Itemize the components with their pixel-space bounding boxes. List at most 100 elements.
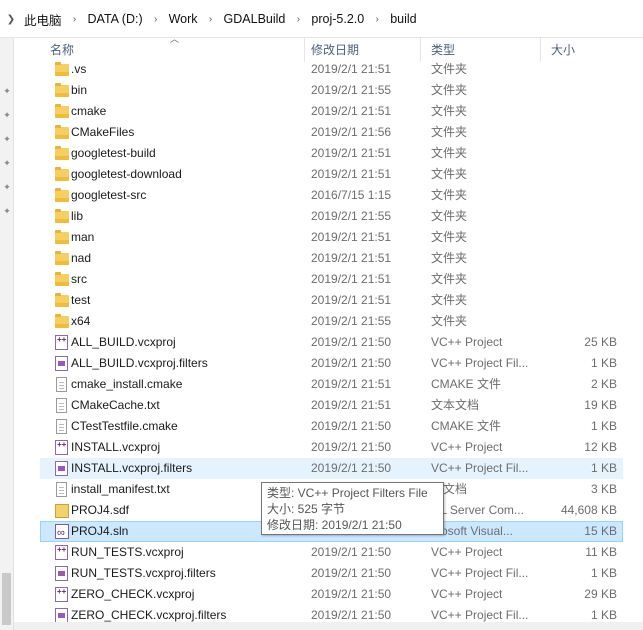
file-row[interactable]: CMakeFiles 2019/2/1 21:56 文件夹 [40,122,623,143]
file-size [551,144,617,163]
vcxproj-filters-icon [54,566,70,582]
chevron-right-icon[interactable]: › [200,14,222,25]
file-row[interactable]: lib 2019/2/1 21:55 文件夹 [40,206,623,227]
file-row[interactable]: INSTALL.vcxproj.filters 2019/2/1 21:50 VC+… [40,458,623,479]
pin-icon: ✦ [3,110,11,120]
file-date: 2019/2/1 21:50 [311,335,392,349]
file-row[interactable]: CMakeCache.txt 2019/2/1 21:51 文本文档 19 KB [40,395,623,416]
chevron-right-icon[interactable]: ❯ [0,14,22,25]
file-row[interactable]: test 2019/2/1 21:51 文件夹 [40,290,623,311]
folder-icon [54,104,70,120]
file-name: man [71,230,95,244]
file-row[interactable]: RUN_TESTS.vcxproj.filters 2019/2/1 21:50 V… [40,563,623,584]
file-size [551,270,617,289]
file-type: VC++ Project [431,335,503,349]
file-row[interactable]: googletest-download 2019/2/1 21:51 文件夹 [40,164,623,185]
breadcrumb-gdalbuild[interactable]: GDALBuild [222,12,288,26]
file-date: 2019/2/1 21:51 [311,104,392,118]
file-name: src [71,272,87,286]
chevron-right-icon[interactable]: › [287,14,309,25]
file-date: 2019/2/1 21:51 [311,62,392,76]
file-row[interactable]: bin 2019/2/1 21:55 文件夹 [40,80,623,101]
file-row[interactable]: googletest-src 2016/7/15 1:15 文件夹 [40,185,623,206]
file-row[interactable]: CTestTestfile.cmake 2019/2/1 21:50 CMAKE 文… [40,416,623,437]
tooltip-type: 类型: VC++ Project Filters File [267,486,428,500]
file-name: lib [71,209,84,223]
chevron-right-icon[interactable]: › [366,14,388,25]
file-name: CMakeCache.txt [71,398,160,412]
file-date: 2019/2/1 21:51 [311,146,392,160]
breadcrumb-build[interactable]: build [388,12,418,26]
folder-icon [54,209,70,225]
file-type: 文件夹 [431,104,468,118]
document-icon [54,377,70,393]
navigation-pane-scrollbar[interactable] [2,573,11,625]
chevron-right-icon[interactable]: › [64,14,86,25]
file-size: 11 KB [585,545,617,559]
file-size: 15 KB [584,524,617,538]
file-type: 文件夹 [431,293,468,307]
file-size [551,81,617,100]
file-date: 2019/2/1 21:50 [311,545,392,559]
file-size [551,291,617,310]
file-row[interactable]: ALL_BUILD.vcxproj 2019/2/1 21:50 VC++ Proj… [40,332,623,353]
file-size [551,123,617,142]
file-date: 2019/2/1 21:50 [311,461,392,475]
folder-icon [54,62,70,78]
file-size: 19 KB [584,398,617,412]
file-name: RUN_TESTS.vcxproj [71,545,184,559]
file-row[interactable]: cmake_install.cmake 2019/2/1 21:51 CMAKE 文… [40,374,623,395]
file-date: 2019/2/1 21:50 [311,566,392,580]
file-type: 文件夹 [431,314,468,328]
chevron-right-icon[interactable]: › [145,14,167,25]
file-row[interactable]: ALL_BUILD.vcxproj.filters 2019/2/1 21:50 V… [40,353,623,374]
file-row[interactable]: RUN_TESTS.vcxproj 2019/2/1 21:50 VC++ Proj… [40,542,623,563]
file-row[interactable]: .vs 2019/2/1 21:51 文件夹 [40,59,623,80]
file-date: 2019/2/1 21:50 [311,440,392,454]
file-name: ALL_BUILD.vcxproj [71,335,176,349]
file-row[interactable]: googletest-build 2019/2/1 21:51 文件夹 [40,143,623,164]
folder-icon [54,167,70,183]
folder-icon [54,293,70,309]
file-row[interactable]: src 2019/2/1 21:51 文件夹 [40,269,623,290]
file-name: INSTALL.vcxproj [71,440,161,454]
file-row[interactable]: INSTALL.vcxproj 2019/2/1 21:50 VC++ Projec… [40,437,623,458]
file-name: nad [71,251,92,265]
file-row[interactable]: nad 2019/2/1 21:51 文件夹 [40,248,623,269]
breadcrumb-work[interactable]: Work [167,12,200,26]
pin-icon: ✦ [3,182,11,192]
vcxproj-icon [54,335,70,351]
file-row[interactable]: cmake 2019/2/1 21:51 文件夹 [40,101,623,122]
breadcrumb-proj[interactable]: proj-5.2.0 [309,12,366,26]
folder-icon [54,251,70,267]
file-date: 2019/2/1 21:55 [311,314,392,328]
file-row[interactable]: ZERO_CHECK.vcxproj 2019/2/1 21:50 VC++ Pro… [40,584,623,605]
address-bar[interactable]: ❯ 此电脑 › DATA (D:) › Work › GDALBuild › p… [0,0,643,38]
sln-icon [54,524,70,540]
file-size [551,165,617,184]
file-type: 文件夹 [431,125,468,139]
file-type: VC++ Project Fil... [431,566,529,580]
horizontal-scrollbar[interactable] [14,622,643,630]
file-row[interactable]: man 2019/2/1 21:51 文件夹 [40,227,623,248]
vcxproj-filters-icon [54,356,70,372]
breadcrumb-this-pc[interactable]: 此电脑 [22,10,64,29]
folder-icon [54,125,70,141]
file-type: QL Server Com... [431,503,524,517]
document-icon [54,419,70,435]
vcxproj-icon [54,440,70,456]
file-info-tooltip: 类型: VC++ Project Filters File 大小: 525 字节… [261,482,444,535]
file-date: 2019/2/1 21:50 [311,419,392,433]
file-size [551,312,617,331]
file-row[interactable]: x64 2019/2/1 21:55 文件夹 [40,311,623,332]
file-size: 1 KB [590,461,617,475]
document-icon [54,482,70,498]
file-type: 本文档 [431,482,468,496]
tooltip-size: 大小: 525 字节 [267,502,346,516]
navigation-pane[interactable]: ✦ ✦ ✦ ✦ ✦ ✦ [0,38,14,630]
breadcrumb: ❯ 此电脑 › DATA (D:) › Work › GDALBuild › p… [0,9,419,29]
file-type: 文件夹 [431,146,468,160]
file-type: 文件夹 [431,62,468,76]
breadcrumb-data-drive[interactable]: DATA (D:) [86,12,145,26]
file-size [551,102,617,121]
